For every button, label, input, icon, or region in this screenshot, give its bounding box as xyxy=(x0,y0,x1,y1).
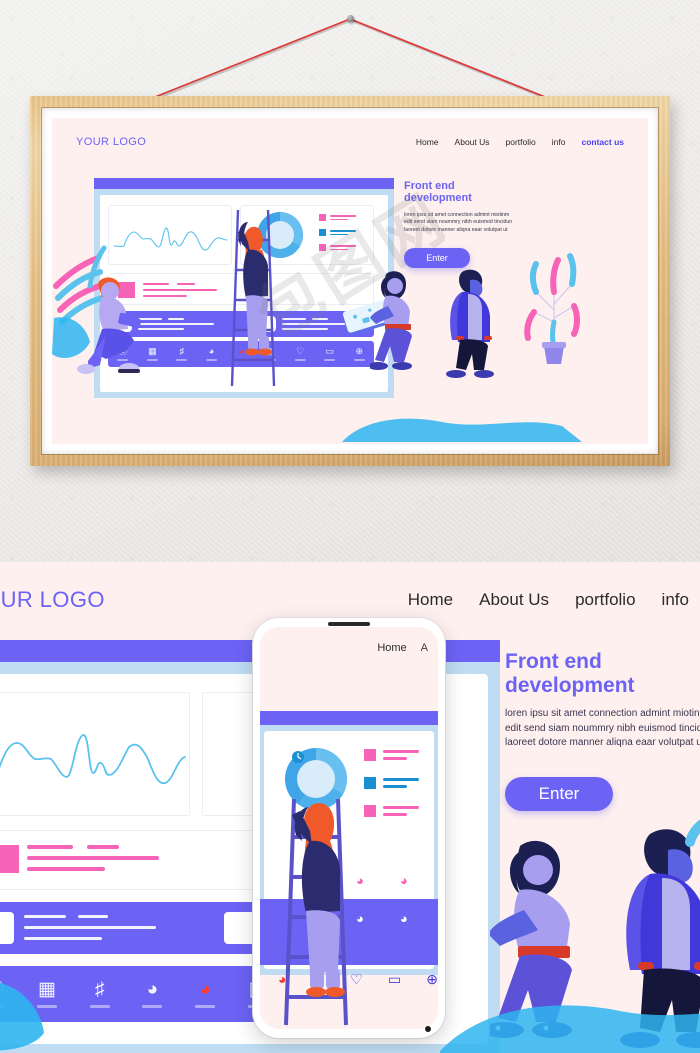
zoomed-row-thumbnail xyxy=(224,912,256,944)
hero-headline: Front end development xyxy=(404,180,472,205)
zoomed-hero-text-block: Front end development loren ipsu sit ame… xyxy=(505,650,700,811)
wifi-icon: ◕ xyxy=(199,979,211,1001)
line-chart-card xyxy=(108,205,232,265)
zoomed-nav-links: Home About Us portfolio info contact us xyxy=(408,590,700,610)
icon-headphones[interactable]: ◕ xyxy=(197,346,227,361)
zoomed-nav-item-portfolio[interactable]: portfolio xyxy=(575,590,635,610)
globe-icon: ⊕ xyxy=(426,971,438,987)
zoomed-line-chart xyxy=(0,734,186,784)
phone-small-icon-row: ◕ ◕ xyxy=(356,873,408,888)
phone-ladder-and-woman xyxy=(284,799,348,1026)
site-logo[interactable]: YOUR LOGO xyxy=(76,136,146,148)
legend-swatch xyxy=(364,777,376,789)
nail-icon xyxy=(347,15,354,22)
legend-swatch xyxy=(319,214,326,221)
zoomed-thumbnail-placeholder xyxy=(0,845,19,873)
nav-item-home[interactable]: Home xyxy=(416,137,439,147)
phone-speaker xyxy=(328,622,370,626)
person-seated-left xyxy=(77,277,142,374)
zoomed-hero-headline: Front end development xyxy=(505,650,635,697)
poster-artwork: YOUR LOGO Home About Us portfolio info c… xyxy=(52,118,648,444)
icon-monitor[interactable]: ▭ xyxy=(315,346,345,361)
gift-icon: ♯ xyxy=(179,346,185,357)
picture-frame: YOUR LOGO Home About Us portfolio info c… xyxy=(30,96,670,466)
phone-screen: Home A ◕ ◕ ◕ ◕ ◕ ♡ ▭ ⊕ xyxy=(260,627,438,1029)
nav-item-contact-us[interactable]: contact us xyxy=(581,137,624,147)
nav-item-portfolio[interactable]: portfolio xyxy=(506,137,536,147)
zoomed-site-logo[interactable]: YOUR LOGO xyxy=(0,587,105,613)
zoomed-line-chart-card xyxy=(0,692,190,816)
legend-swatch xyxy=(319,229,326,236)
globe-icon: ◕ xyxy=(399,911,408,926)
top-navigation: YOUR LOGO Home About Us portfolio info c… xyxy=(52,118,648,166)
zoomed-left-decoration xyxy=(0,982,44,1051)
zoomed-nav-item-info[interactable]: info xyxy=(662,590,689,610)
zoomed-row-thumbnail xyxy=(0,912,14,944)
person-man-standing xyxy=(446,269,494,378)
nav-item-about-us[interactable]: About Us xyxy=(455,137,490,147)
phone-nav-item-partial[interactable]: A xyxy=(421,642,428,654)
person-woman-tablet xyxy=(370,271,412,370)
monitor-icon: ▭ xyxy=(325,346,334,357)
zoomed-nav-item-about-us[interactable]: About Us xyxy=(479,590,549,610)
nav-links: Home About Us portfolio info contact us xyxy=(416,137,624,147)
legend-swatch xyxy=(319,244,326,251)
headphones-icon: ◕ xyxy=(146,979,159,1001)
headphones-icon: ◕ xyxy=(208,346,215,357)
ground-decoration xyxy=(342,418,582,442)
phone-mockup: Home A ◕ ◕ ◕ ◕ ◕ ♡ ▭ ⊕ xyxy=(253,618,445,1038)
icon-gift[interactable]: ♯ xyxy=(167,346,197,361)
zoomed-nav-item-home[interactable]: Home xyxy=(408,590,453,610)
pink-device-icon: ◕ xyxy=(399,873,408,888)
browser-title-bar xyxy=(94,178,394,189)
potted-plant xyxy=(524,253,580,364)
frame-mat: YOUR LOGO Home About Us portfolio info c… xyxy=(42,108,658,454)
news-document-icon: ▦ xyxy=(148,346,157,357)
zoomed-plant-leaf xyxy=(685,819,700,847)
hero-body-text: loren ipsu sit amet connection admint mi… xyxy=(404,211,513,233)
phone-camera-dot xyxy=(425,1026,431,1032)
phone-donut-legend xyxy=(364,749,419,817)
zoomed-top-navigation: YOUR LOGO Home About Us portfolio info c… xyxy=(0,576,700,624)
phone-band-icon-row: ◕ ◕ xyxy=(356,911,408,926)
gift-icon: ♯ xyxy=(94,979,105,1001)
zoomed-ground-decoration xyxy=(440,1005,700,1053)
monitor-icon: ▭ xyxy=(387,971,402,987)
legend-swatch xyxy=(364,805,376,817)
ladder-and-woman xyxy=(230,210,276,387)
zoomed-hero-body-text: loren ipsu sit amet connection admint mi… xyxy=(505,708,700,749)
globe-icon: ⊕ xyxy=(355,346,364,357)
frame-hanging-cord xyxy=(0,0,700,110)
zoomed-icon-wifi[interactable]: ◕ xyxy=(179,980,232,1008)
phone-nav-bar: Home A xyxy=(260,627,438,669)
phone-nav-item-home[interactable]: Home xyxy=(377,642,406,654)
icon-heart[interactable]: ♡ xyxy=(285,346,315,361)
legend-swatch xyxy=(364,749,376,761)
zoomed-icon-headphones[interactable]: ◕ xyxy=(126,980,179,1008)
zoomed-detail-view: YOUR LOGO Home About Us portfolio info c… xyxy=(0,562,700,1053)
nav-item-info[interactable]: info xyxy=(552,137,566,147)
heart-icon: ♡ xyxy=(296,346,305,357)
line-chart xyxy=(113,227,228,251)
phone-browser-bar xyxy=(260,711,438,725)
donut-legend xyxy=(319,214,356,251)
zoomed-enter-button[interactable]: Enter xyxy=(505,776,613,811)
